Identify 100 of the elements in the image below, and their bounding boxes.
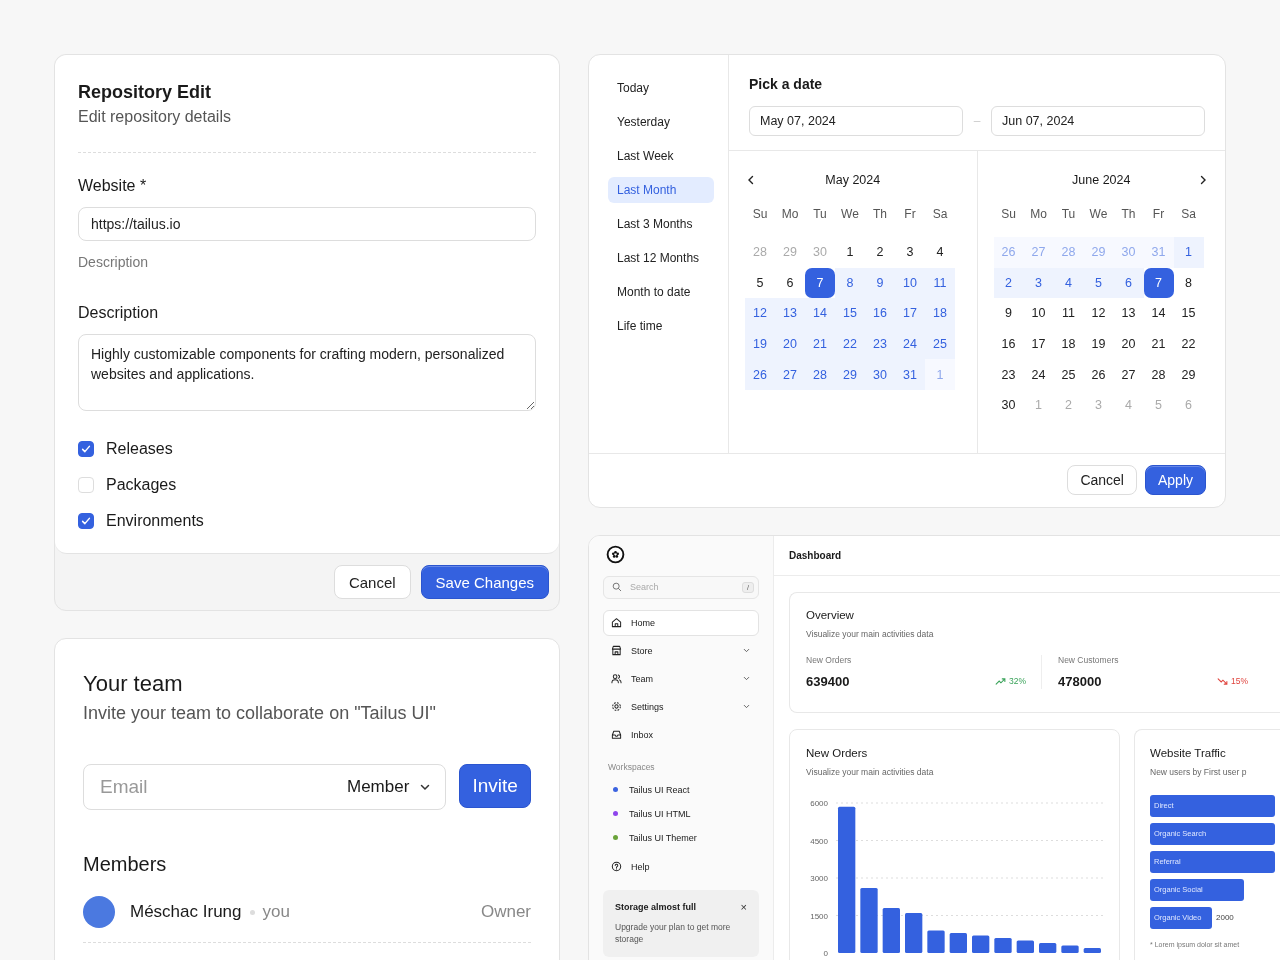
calendar-day[interactable]: 2	[865, 237, 895, 268]
calendar-day[interactable]: 21	[805, 328, 835, 360]
calendar-day[interactable]: 23	[865, 328, 895, 360]
calendar-day[interactable]: 12	[745, 298, 775, 329]
preset-item[interactable]: Last Month	[608, 177, 714, 203]
action-button[interactable]: Cancel	[1067, 464, 1137, 495]
calendar-day[interactable]: 8	[835, 267, 865, 299]
calendar-day[interactable]: 30	[993, 389, 1024, 421]
calendar-day[interactable]: 1	[835, 237, 865, 268]
calendar-day[interactable]: 6	[775, 267, 805, 299]
calendar-day[interactable]: 25	[925, 328, 955, 360]
calendar-day[interactable]: 29	[1173, 359, 1204, 390]
help-item[interactable]: Help	[603, 853, 759, 880]
calendar-day[interactable]: 15	[835, 298, 865, 329]
card-subtitle: Edit repository details	[78, 108, 232, 126]
calendar-day[interactable]: 11	[1053, 298, 1084, 329]
description-field[interactable]: Highly customizable components for crafting modern, personalized websites and applications.	[78, 334, 536, 411]
calendar-day[interactable]: 16	[993, 328, 1024, 360]
calendar-day[interactable]: 1	[1173, 237, 1204, 268]
start-date-field[interactable]: May 07, 2024	[749, 106, 963, 136]
calendar-day[interactable]: 7	[805, 267, 835, 299]
nav-item[interactable]: Inbox	[603, 721, 759, 748]
calendar-day[interactable]: 13	[775, 298, 805, 329]
calendar-day[interactable]: 31	[895, 359, 925, 390]
calendar-day[interactable]: 19	[745, 328, 775, 360]
calendar-day[interactable]: 30	[865, 359, 895, 390]
preset-item[interactable]: Today	[608, 75, 714, 101]
calendar-day[interactable]: 28	[805, 359, 835, 390]
calendar-day[interactable]: 8	[1173, 267, 1204, 299]
separator-dot	[249, 909, 255, 915]
workspace-item[interactable]: Tailus UI HTML	[603, 801, 759, 826]
preset-item[interactable]: Last 12 Months	[608, 245, 714, 271]
preset-item[interactable]: Month to date	[608, 279, 714, 305]
calendar-day[interactable]: 24	[1023, 359, 1054, 390]
calendar-day[interactable]: 18	[1053, 328, 1084, 360]
checkbox[interactable]	[78, 441, 94, 457]
calendar-day[interactable]: 15	[1173, 298, 1204, 329]
check-icon	[80, 515, 92, 527]
calendar-day[interactable]: 21	[1143, 328, 1174, 360]
calendar-day[interactable]: 10	[1023, 298, 1054, 329]
calendar-day[interactable]: 27	[775, 359, 805, 390]
preset-item[interactable]: Yesterday	[608, 109, 714, 135]
calendar-day[interactable]: 28	[1143, 359, 1174, 390]
weekday-label: We	[840, 207, 860, 221]
calendar-day[interactable]: 17	[1023, 328, 1054, 360]
calendar-day[interactable]: 25	[1053, 359, 1084, 390]
end-date-field[interactable]: Jun 07, 2024	[991, 106, 1205, 136]
calendar-day[interactable]: 29	[835, 359, 865, 390]
calendar-day[interactable]: 14	[805, 298, 835, 329]
calendar-day[interactable]: 20	[1113, 328, 1144, 360]
calendar-day[interactable]: 24	[895, 328, 925, 360]
calendar-day[interactable]: 4	[925, 237, 955, 268]
settings-icon	[611, 701, 622, 713]
calendar-day[interactable]: 22	[835, 328, 865, 360]
calendar-day[interactable]: 3	[895, 237, 925, 268]
chart-bar	[972, 935, 990, 953]
preset-item[interactable]: Last 3 Months	[608, 211, 714, 237]
calendar-day[interactable]: 2	[993, 267, 1024, 299]
calendar-day[interactable]: 19	[1083, 328, 1114, 360]
calendar-day[interactable]: 18	[925, 298, 955, 329]
calendar-day[interactable]: 26	[745, 359, 775, 390]
action-button[interactable]: Save Changes	[420, 565, 549, 599]
nav-item[interactable]: Home	[603, 609, 759, 636]
role-select[interactable]: Member	[347, 777, 432, 797]
calendar-day[interactable]: 17	[895, 298, 925, 329]
calendar-day[interactable]: 16	[865, 298, 895, 329]
calendar-day[interactable]: 11	[925, 267, 955, 299]
storefront-icon	[611, 645, 622, 657]
weekday-label: Tu	[812, 207, 828, 221]
card-title: New Orders	[806, 746, 869, 759]
close-button[interactable]: ×	[740, 900, 747, 913]
preset-item[interactable]: Life time	[608, 313, 714, 339]
calendar-day[interactable]: 22	[1173, 328, 1204, 360]
nav-item[interactable]: Store	[603, 637, 759, 664]
calendar-day[interactable]: 10	[895, 267, 925, 299]
axis-tick-label: 1500	[810, 911, 828, 921]
preset-item[interactable]: Last Week	[608, 143, 714, 169]
calendar-day[interactable]: 12	[1083, 298, 1114, 329]
search-input[interactable]: Search	[628, 581, 737, 594]
workspace-item[interactable]: Tailus UI React	[603, 777, 759, 802]
calendar-day[interactable]: 5	[745, 267, 775, 299]
calendar-day[interactable]: 23	[993, 359, 1024, 390]
nav-item[interactable]: Team	[603, 665, 759, 692]
calendar-day[interactable]: 20	[775, 328, 805, 360]
website-field[interactable]: https://tailus.io	[78, 207, 536, 241]
section-title: Members	[83, 853, 168, 876]
action-button[interactable]: Apply	[1144, 464, 1206, 495]
email-field[interactable]: Email Member	[83, 764, 447, 810]
action-button[interactable]: Cancel	[333, 565, 411, 599]
nav-item[interactable]: Settings	[603, 693, 759, 720]
workspace-item[interactable]: Tailus UI Themer	[603, 825, 759, 850]
calendar-day[interactable]: 14	[1143, 298, 1174, 329]
calendar-day[interactable]: 27	[1113, 359, 1144, 390]
avatar	[83, 896, 115, 928]
checkbox[interactable]	[78, 513, 94, 529]
calendar-day[interactable]: 13	[1113, 298, 1144, 329]
calendar-day[interactable]: 9	[993, 298, 1024, 329]
invite-button[interactable]: Invite	[459, 764, 531, 808]
calendar-day[interactable]: 26	[1083, 359, 1114, 390]
calendar-day[interactable]: 9	[865, 267, 895, 299]
